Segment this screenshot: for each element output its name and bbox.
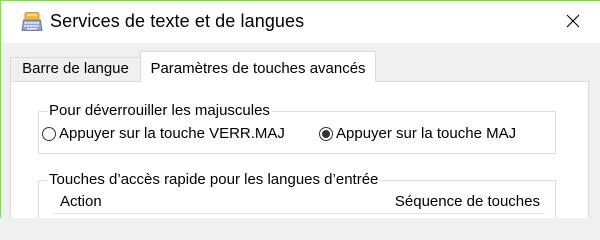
- close-icon: [566, 14, 579, 28]
- radio-option-shift-key[interactable]: Appuyer sur la touche MAJ: [319, 125, 516, 143]
- tab-advanced-key-settings[interactable]: Paramètres de touches avancés: [140, 51, 376, 82]
- text-services-keyboard-icon: [21, 11, 43, 33]
- radio-label: Appuyer sur la touche MAJ: [336, 125, 517, 142]
- title-bar: Services de texte et de langues: [0, 0, 600, 43]
- hotkeys-group: Touches d’accès rapide pour les langues …: [38, 171, 556, 218]
- caps-lock-group-label: Pour déverrouiller les majuscules: [47, 102, 272, 120]
- close-button[interactable]: [551, 6, 594, 36]
- column-header-key-sequence[interactable]: Séquence de touches: [395, 193, 540, 211]
- caps-lock-group: Pour déverrouiller les majuscules Appuye…: [38, 102, 556, 154]
- radio-label: Appuyer sur la touche VERR.MAJ: [59, 125, 285, 142]
- header-separator: [53, 213, 545, 214]
- radio-button[interactable]: [42, 127, 56, 141]
- tab-panel: Pour déverrouiller les majuscules Appuye…: [10, 81, 589, 218]
- hotkeys-group-label: Touches d’accès rapide pour les langues …: [47, 171, 381, 189]
- column-header-action[interactable]: Action: [60, 193, 102, 211]
- tab-language-bar[interactable]: Barre de langue: [10, 57, 141, 81]
- radio-button[interactable]: [319, 127, 333, 141]
- hotkeys-list[interactable]: Action Séquence de touches: [53, 191, 545, 218]
- window-border-left: [0, 0, 1, 218]
- window-border-top: [0, 0, 600, 1]
- dialog-window: Services de texte et de langues Barre de…: [0, 0, 600, 218]
- radio-option-caps-lock-key[interactable]: Appuyer sur la touche VERR.MAJ: [42, 125, 285, 143]
- window-title: Services de texte et de langues: [50, 11, 305, 31]
